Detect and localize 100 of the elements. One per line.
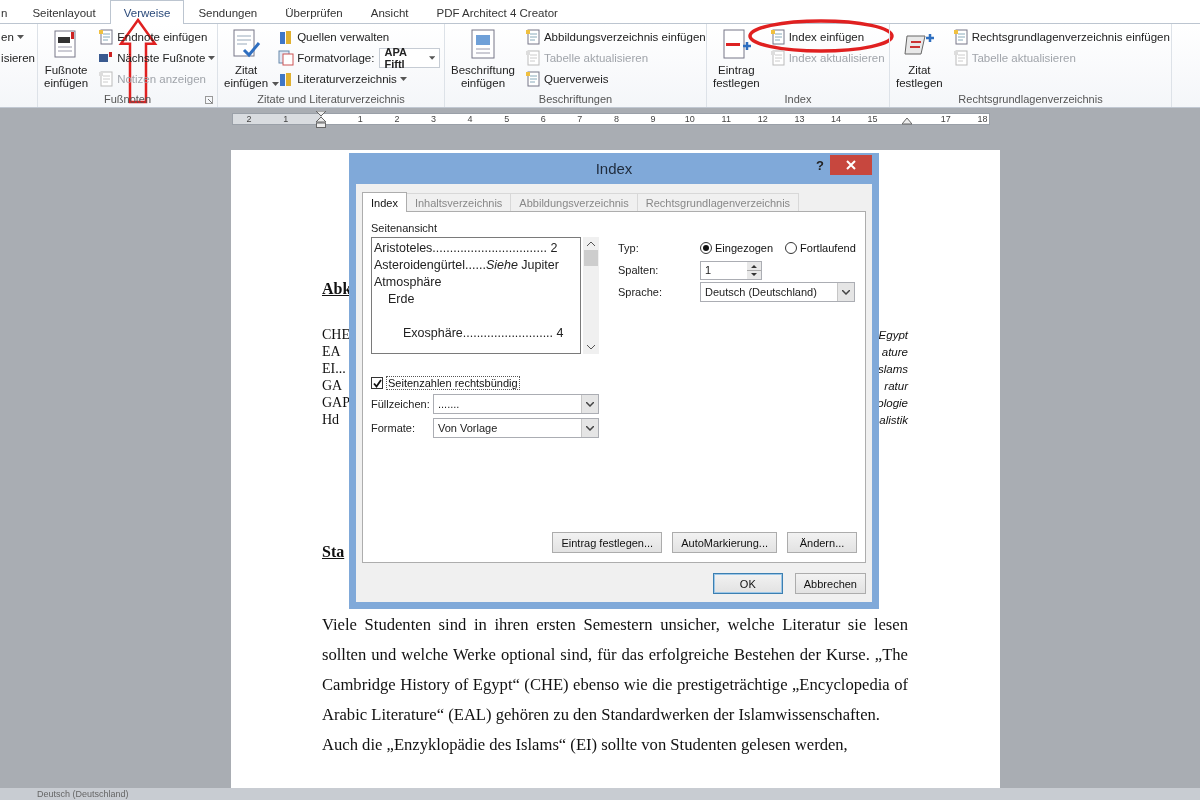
- page-icon: [98, 70, 115, 87]
- cancel-button[interactable]: Abbrechen: [794, 573, 866, 594]
- page-icon: [524, 28, 541, 45]
- dialog-button[interactable]: AutoMarkierung...: [672, 532, 777, 553]
- ruler-number: 10: [683, 114, 696, 124]
- radio-option[interactable]: Fortlaufend: [785, 242, 856, 254]
- help-button[interactable]: ?: [816, 158, 824, 173]
- ruler-number: 17: [939, 114, 952, 124]
- ribbon-button[interactable]: Formatvorlage:: [276, 47, 377, 68]
- radio-on-icon: [700, 242, 712, 254]
- ribbon-button[interactable]: en: [0, 26, 37, 47]
- preview-entry: Asteroidengürtel......Siehe Jupiter: [374, 257, 560, 274]
- page-icon: [952, 28, 969, 45]
- ruler-number: 2: [245, 114, 253, 124]
- abbreviation: EA: [322, 343, 341, 360]
- page-check-icon: [230, 28, 263, 60]
- field-label: Formate:: [371, 422, 416, 434]
- ribbon-button[interactable]: Zitat festlegen: [894, 26, 945, 90]
- ruler-number: 8: [612, 114, 620, 124]
- documents-icon: [278, 49, 295, 66]
- ribbon-tab[interactable]: n: [0, 1, 19, 24]
- group-label: Rechtsgrundlagenverzeichnis: [958, 92, 1103, 105]
- ribbon-tab[interactable]: Verweise: [109, 0, 185, 24]
- ribbon-tab[interactable]: PDF Architect 4 Creator: [422, 1, 572, 24]
- ruler-number: 18: [976, 114, 989, 124]
- abbreviation: CHE: [322, 326, 350, 343]
- page-icon: [769, 28, 786, 45]
- dropdown-field[interactable]: .......: [433, 394, 599, 414]
- scroll-thumb[interactable]: [584, 250, 598, 266]
- dropdown-field[interactable]: Von Vorlage: [433, 418, 599, 438]
- spinner-field[interactable]: 1: [700, 260, 762, 280]
- ruler-number: 1: [356, 114, 364, 124]
- radio-option[interactable]: Eingezogen: [700, 242, 774, 254]
- abbreviation: EI...: [322, 360, 346, 377]
- abbreviation-title: ratur: [884, 379, 908, 392]
- ruler-number: 9: [649, 114, 657, 124]
- ribbon-button[interactable]: isieren: [0, 47, 37, 68]
- style-dropdown[interactable]: APA Fiftl: [379, 47, 440, 68]
- close-button[interactable]: [830, 155, 872, 175]
- page-icon: [769, 49, 786, 66]
- check-icon: [372, 378, 382, 388]
- ruler-number: 4: [466, 114, 474, 124]
- ok-button[interactable]: OK: [712, 573, 783, 594]
- paragraph: Auch die „Enzyklopädie des Islams“ (EI) sollte von Studenten gelesen werden,: [322, 734, 849, 756]
- dialog-title: Index: [595, 160, 633, 177]
- field-label: Typ:: [618, 242, 640, 254]
- preview-entry: Atmosphäre: [374, 274, 443, 291]
- close-icon: [846, 160, 856, 170]
- preview-entry: Exosphäre.......................... 4: [403, 325, 565, 342]
- ribbon-button[interactable]: Zitat einfügen: [222, 26, 271, 90]
- page-icon: [524, 70, 541, 87]
- preview-entry: Aristoteles................................. 2: [374, 240, 559, 257]
- abbreviation-title: alistik: [879, 413, 908, 426]
- ribbon-button[interactable]: Eintrag festlegen: [711, 26, 762, 90]
- ruler-number: 13: [793, 114, 806, 124]
- indent-marker: [902, 118, 912, 125]
- ribbon-button[interactable]: Quellen verwalten: [276, 26, 440, 47]
- field-label: Seitenansicht: [371, 222, 439, 235]
- ribbon-button[interactable]: Fußnote einfügen: [42, 26, 91, 90]
- dialog-button[interactable]: Ändern...: [787, 532, 857, 553]
- abbreviation-title: slams: [877, 362, 908, 375]
- indent-marker: [316, 111, 326, 128]
- language-dropdown[interactable]: Deutsch (Deutschland): [700, 282, 855, 302]
- abbreviation: Hd: [322, 411, 340, 428]
- radio-off-icon: [785, 242, 798, 254]
- preview-entry: Erde: [388, 291, 416, 308]
- ruler-number: 14: [830, 114, 842, 124]
- field-label: Füllzeichen:: [371, 398, 431, 410]
- ribbon-tab[interactable]: Sendungen: [184, 1, 272, 24]
- page-icon: [952, 49, 969, 66]
- abbreviation-title: ature: [881, 345, 908, 358]
- group-label: Beschriftungen: [538, 92, 613, 105]
- ruler-number: 7: [576, 114, 584, 124]
- ruler-number: 5: [503, 114, 511, 124]
- scrollbar[interactable]: [583, 237, 599, 354]
- ribbon-tab[interactable]: Ansicht: [356, 1, 423, 24]
- ruler-number: 1: [282, 114, 290, 124]
- ruler-number: 2: [393, 114, 401, 124]
- dialog-button[interactable]: Eintrag festlegen...: [552, 532, 663, 553]
- ribbon-button[interactable]: Literaturverzeichnis: [276, 68, 440, 89]
- ribbon-button[interactable]: Rechtsgrundlagenverzeichnis einfügen: [950, 26, 1172, 47]
- heading: Sta: [322, 542, 345, 562]
- ruler-number: 12: [756, 114, 769, 124]
- abbreviation: GAP: [322, 394, 350, 411]
- ribbon-button[interactable]: Abbildungsverzeichnis einfügen: [522, 26, 708, 47]
- page-plus-icon: [720, 28, 753, 60]
- group-label: Zitate und Literaturverzeichnis: [257, 92, 405, 105]
- ribbon-button[interactable]: Querverweis: [522, 68, 708, 89]
- language-status[interactable]: Deutsch (Deutschland): [37, 789, 129, 799]
- ruler-number: 15: [866, 114, 879, 124]
- page-icon: [524, 49, 541, 66]
- ribbon-tab[interactable]: Seitenlayout: [18, 1, 110, 24]
- scroll-down-icon: [587, 345, 595, 350]
- field-label: Sprache:: [618, 286, 664, 298]
- ribbon-tab[interactable]: Überprüfen: [271, 1, 357, 24]
- ribbon-button[interactable]: Beschriftung einfügen: [449, 26, 517, 90]
- ruler-number: 3: [429, 114, 437, 124]
- heading: Abk: [322, 279, 352, 299]
- ruler-number: 11: [720, 114, 732, 124]
- dialog-tab[interactable]: Index: [362, 192, 407, 212]
